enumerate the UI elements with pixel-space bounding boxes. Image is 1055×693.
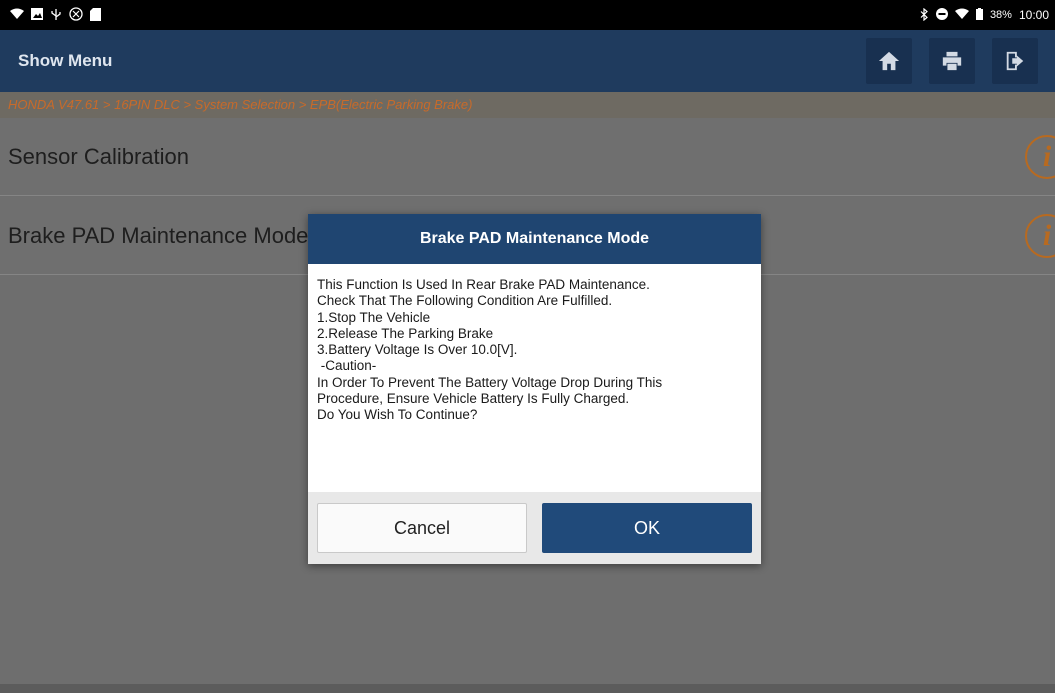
menu-row-label: Brake PAD Maintenance Mode xyxy=(8,222,309,248)
confirm-dialog: Brake PAD Maintenance Mode This Function… xyxy=(308,214,761,564)
dialog-line: -Caution- xyxy=(317,358,377,374)
sd-card-icon xyxy=(90,7,101,23)
breadcrumb: HONDA V47.61 > 16PIN DLC > System Select… xyxy=(0,92,1055,118)
menu-row-label: Sensor Calibration xyxy=(8,143,189,169)
wifi-question-icon xyxy=(10,8,24,22)
print-icon xyxy=(942,51,962,71)
clock: 10:00 xyxy=(1018,8,1049,22)
exit-icon xyxy=(1006,51,1024,71)
menu-row-sensor-calibration[interactable]: Sensor Calibration i xyxy=(0,118,1055,196)
ok-button[interactable]: OK xyxy=(542,503,752,553)
dialog-line: 3.Battery Voltage Is Over 10.0[V]. xyxy=(317,342,518,358)
image-icon xyxy=(31,8,43,22)
print-button[interactable] xyxy=(929,38,975,84)
dialog-message: This Function Is Used In Rear Brake PAD … xyxy=(308,264,761,492)
do-not-disturb-icon xyxy=(935,8,948,22)
status-bar-right: 38% 10:00 xyxy=(920,7,1049,23)
app-header: Show Menu xyxy=(0,30,1055,92)
dialog-line: This Function Is Used In Rear Brake PAD … xyxy=(317,277,650,292)
status-bar: 38% 10:00 xyxy=(0,0,1055,30)
battery-icon xyxy=(975,8,983,22)
cancel-button[interactable]: Cancel xyxy=(317,503,527,553)
dialog-footer: Cancel OK xyxy=(308,492,761,564)
dialog-line: Do You Wish To Continue? xyxy=(317,407,478,423)
usb-icon xyxy=(50,8,62,23)
bottom-divider xyxy=(0,684,1055,693)
battery-percent: 38% xyxy=(989,9,1012,21)
dialog-line: 1.Stop The Vehicle xyxy=(317,309,431,325)
exit-button[interactable] xyxy=(992,38,1038,84)
dialog-line: 2.Release The Parking Brake xyxy=(317,325,494,341)
wifi-icon xyxy=(954,8,969,22)
page-title[interactable]: Show Menu xyxy=(0,51,866,71)
dialog-line: Procedure, Ensure Vehicle Battery Is Ful… xyxy=(317,391,630,407)
bluetooth-icon xyxy=(920,7,929,23)
home-icon xyxy=(878,51,900,71)
info-icon[interactable]: i xyxy=(1025,134,1055,179)
dialog-line: Check That The Following Condition Are F… xyxy=(317,293,613,309)
settings-icon xyxy=(69,7,83,23)
info-icon[interactable]: i xyxy=(1025,213,1055,258)
dialog-title: Brake PAD Maintenance Mode xyxy=(308,214,761,264)
home-button[interactable] xyxy=(866,38,912,84)
status-bar-left xyxy=(10,7,101,23)
dialog-line: In Order To Prevent The Battery Voltage … xyxy=(317,374,663,390)
